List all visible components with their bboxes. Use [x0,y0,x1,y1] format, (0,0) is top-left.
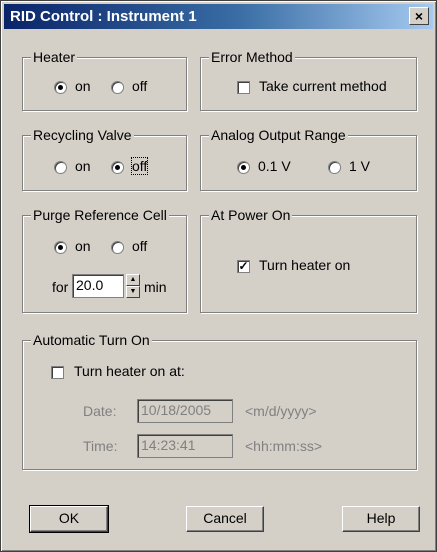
recycling-valve-off-radio[interactable] [111,161,124,174]
purge-on-label[interactable]: on [75,238,91,254]
rid-control-dialog: RID Control : Instrument 1 × Heater on o… [0,0,437,552]
purge-minutes-input[interactable]: 20.0 [72,274,124,298]
cancel-button[interactable]: Cancel [186,506,264,532]
title-bar: RID Control : Instrument 1 × [4,4,433,29]
recycling-valve-label: Recycling Valve [31,127,134,143]
analog-output-group: Analog Output Range 0.1 V 1 V [200,127,417,191]
heater-off-radio[interactable] [111,81,124,94]
purge-reference-group: Purge Reference Cell on off for 20.0 ▲ ▼… [22,207,187,313]
purge-off-radio[interactable] [111,241,124,254]
date-format-hint: <m/d/yyyy> [245,403,317,419]
close-button[interactable]: × [409,7,429,25]
purge-off-label[interactable]: off [132,238,147,254]
automatic-turn-on-label: Automatic Turn On [31,332,152,348]
ok-button[interactable]: OK [29,505,109,533]
spin-down-icon[interactable]: ▼ [126,286,140,298]
heater-on-label[interactable]: on [75,78,91,94]
analog-01v-label[interactable]: 0.1 V [258,158,291,174]
recycling-valve-off-label[interactable]: off [130,157,149,175]
turn-heater-on-label[interactable]: Turn heater on [259,257,350,273]
purge-minutes-spinner[interactable]: ▲ ▼ [126,274,140,298]
take-current-method-label[interactable]: Take current method [259,78,387,94]
purge-on-radio[interactable] [54,241,67,254]
recycling-valve-on-radio[interactable] [54,161,67,174]
help-button[interactable]: Help [342,506,420,532]
analog-1v-radio[interactable] [328,161,341,174]
date-label: Date: [83,403,117,419]
recycling-valve-group: Recycling Valve on off [22,127,187,191]
analog-output-label: Analog Output Range [209,127,348,143]
power-on-group: At Power On ✓ Turn heater on [200,207,417,313]
auto-turn-on-checkbox[interactable] [51,366,64,379]
purge-unit-label: min [144,279,167,295]
analog-01v-radio[interactable] [237,161,250,174]
auto-turn-on-label[interactable]: Turn heater on at: [74,363,185,379]
error-method-label: Error Method [209,49,295,65]
spin-up-icon[interactable]: ▲ [126,274,140,286]
turn-heater-on-checkbox[interactable]: ✓ [237,260,250,273]
take-current-method-checkbox[interactable] [237,81,250,94]
heater-label: Heater [31,49,78,65]
time-format-hint: <hh:mm:ss> [245,438,323,454]
heater-group: Heater on off [22,49,187,111]
purge-reference-label: Purge Reference Cell [31,207,169,223]
window-title: RID Control : Instrument 1 [10,8,197,25]
time-label: Time: [83,438,118,454]
power-on-label: At Power On [209,207,293,223]
purge-for-label: for [52,279,69,295]
recycling-valve-on-label[interactable]: on [75,158,91,174]
heater-on-radio[interactable] [54,81,67,94]
analog-1v-label[interactable]: 1 V [349,158,370,174]
automatic-turn-on-group: Automatic Turn On Turn heater on at: Dat… [22,332,417,470]
time-input[interactable]: 14:23:41 [137,434,233,458]
heater-off-label[interactable]: off [132,78,147,94]
date-input[interactable]: 10/18/2005 [137,399,233,423]
error-method-group: Error Method Take current method [200,49,417,111]
